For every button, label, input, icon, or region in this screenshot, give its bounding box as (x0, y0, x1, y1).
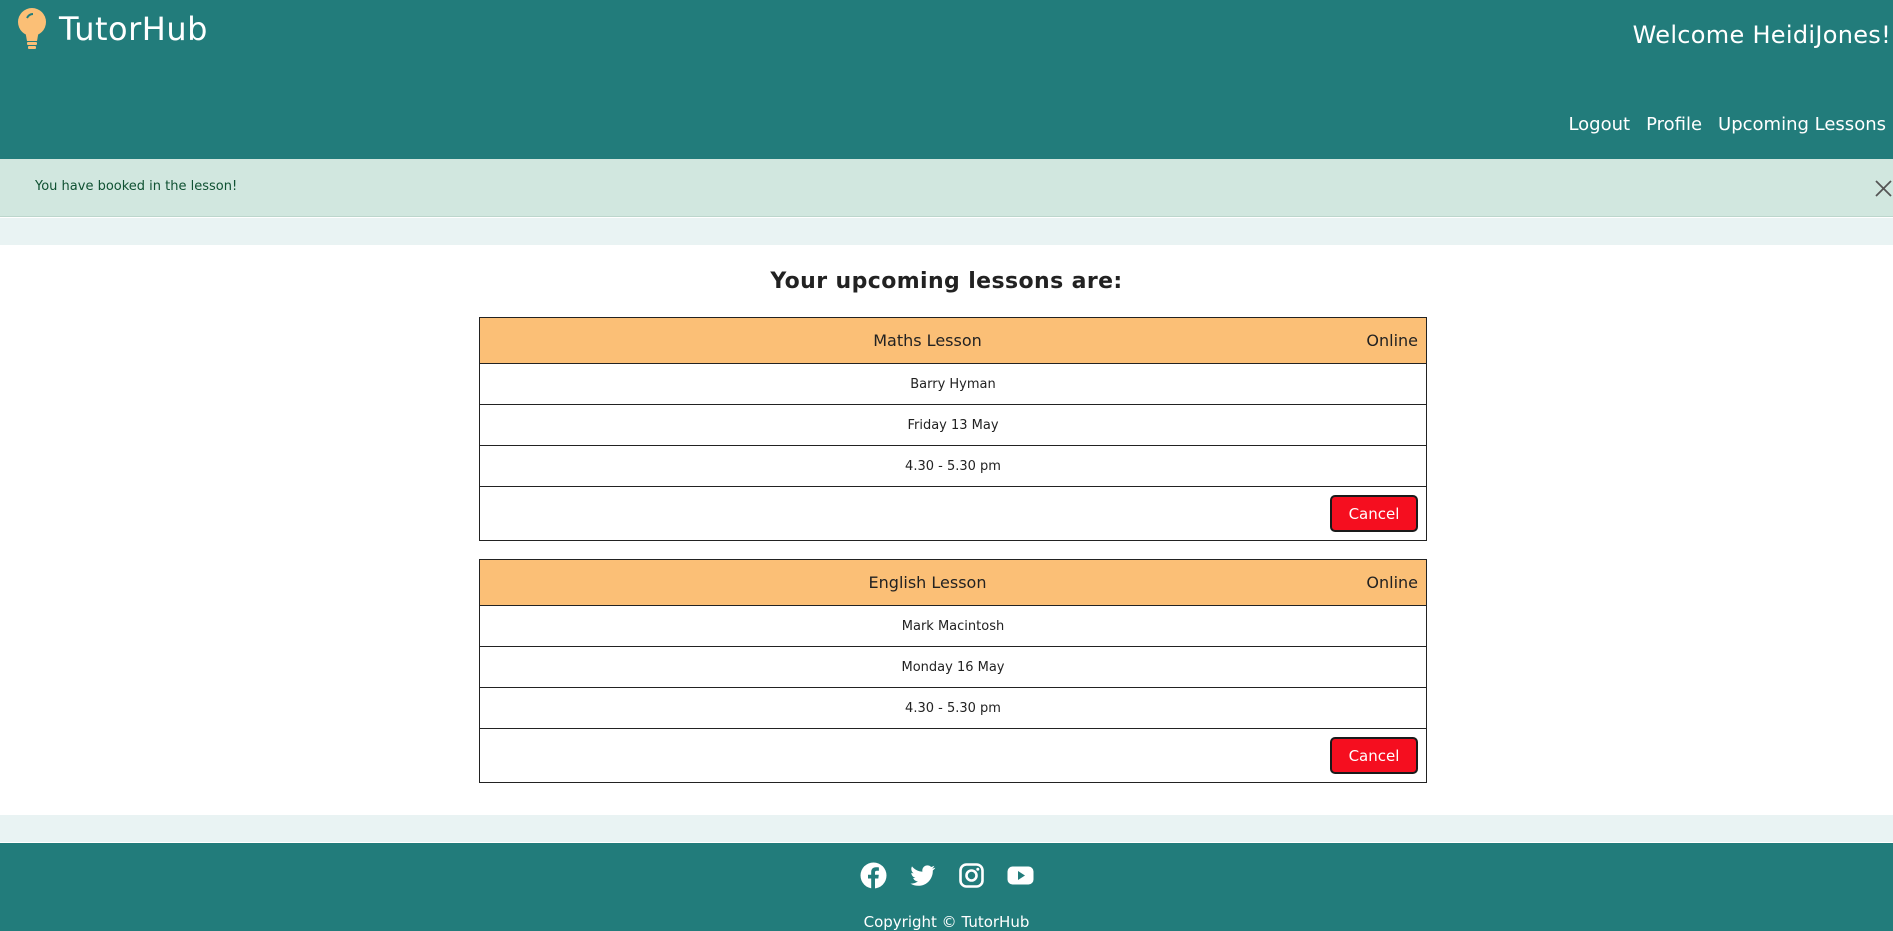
nav-upcoming-lessons[interactable]: Upcoming Lessons (1718, 114, 1886, 135)
lesson-mode: Online (1366, 573, 1418, 592)
social-links (0, 862, 1893, 889)
site-footer: Copyright © TutorHub (0, 843, 1893, 931)
lesson-mode: Online (1366, 331, 1418, 350)
lesson-subject: Maths Lesson (873, 331, 982, 350)
youtube-icon[interactable] (1007, 862, 1034, 889)
site-header: TutorHub Welcome HeidiJones! Logout Prof… (0, 0, 1893, 159)
lesson-header: Maths Lesson Online (480, 318, 1426, 364)
lesson-time: 4.30 - 5.30 pm (480, 688, 1426, 729)
divider-band (0, 218, 1893, 245)
lesson-card: English Lesson Online Mark Macintosh Mon… (479, 559, 1427, 783)
cancel-button[interactable]: Cancel (1330, 737, 1418, 774)
copyright: Copyright © TutorHub (863, 913, 1030, 931)
brand-name: TutorHub (59, 10, 208, 48)
success-alert: You have booked in the lesson! (0, 159, 1893, 217)
nav-logout[interactable]: Logout (1568, 114, 1630, 135)
cancel-button[interactable]: Cancel (1330, 495, 1418, 532)
lesson-subject: English Lesson (868, 573, 987, 592)
lesson-date: Monday 16 May (480, 647, 1426, 688)
lesson-actions: Cancel (480, 729, 1426, 782)
lesson-header: English Lesson Online (480, 560, 1426, 606)
lightbulb-icon (18, 8, 46, 49)
lesson-time: 4.30 - 5.30 pm (480, 446, 1426, 487)
facebook-icon[interactable] (860, 862, 887, 889)
twitter-icon[interactable] (909, 862, 936, 889)
lesson-tutor: Barry Hyman (480, 364, 1426, 405)
lesson-date: Friday 13 May (480, 405, 1426, 446)
close-icon[interactable] (1871, 176, 1893, 198)
alert-message: You have booked in the lesson! (35, 179, 238, 194)
nav-profile[interactable]: Profile (1646, 114, 1702, 135)
lesson-actions: Cancel (480, 487, 1426, 540)
main-nav: Logout Profile Upcoming Lessons (1568, 114, 1886, 135)
page-title: Your upcoming lessons are: (770, 269, 1123, 294)
main-content: Your upcoming lessons are: Maths Lesson … (0, 245, 1893, 815)
lesson-tutor: Mark Macintosh (480, 606, 1426, 647)
instagram-icon[interactable] (958, 862, 985, 889)
welcome-message: Welcome HeidiJones! (1632, 21, 1891, 49)
divider-band (0, 815, 1893, 842)
lesson-card: Maths Lesson Online Barry Hyman Friday 1… (479, 317, 1427, 541)
brand[interactable]: TutorHub (17, 8, 208, 50)
